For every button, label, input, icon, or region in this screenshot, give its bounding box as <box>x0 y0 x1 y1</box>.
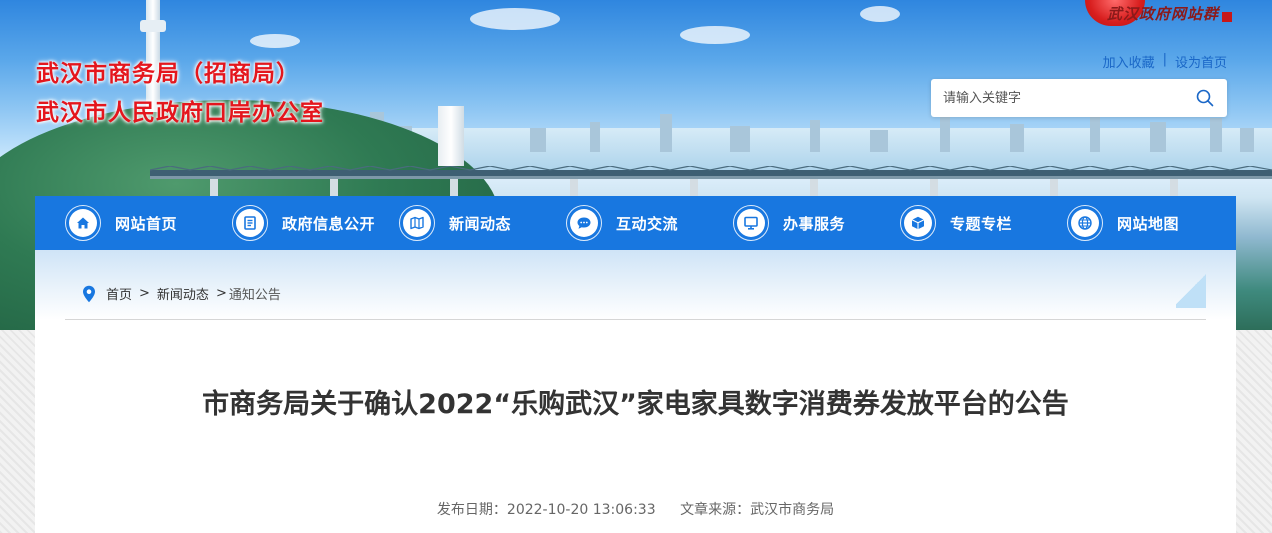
content-panel: 首页 > 新闻动态 > 通知公告 市商务局关于确认2022“乐购武汉”家电家具数… <box>35 250 1236 533</box>
quick-links: 加入收藏 | 设为首页 <box>1103 52 1227 71</box>
nav-icon-ring <box>733 205 769 241</box>
cloud-decoration <box>250 34 300 48</box>
breadcrumb: 首页 > 新闻动态 > 通知公告 <box>82 284 281 303</box>
nav-icon-ring <box>900 205 936 241</box>
nav-item-home[interactable]: 网站首页 <box>65 196 232 250</box>
gov-logo-text: 武汉政府网站群 <box>1106 4 1219 23</box>
breadcrumb-news-link[interactable]: 新闻动态 <box>157 284 209 303</box>
nav-icon-ring <box>232 205 268 241</box>
nav-label: 专题专栏 <box>950 214 1013 233</box>
nav-item-news[interactable]: 新闻动态 <box>399 196 566 250</box>
nav-label: 办事服务 <box>783 214 846 233</box>
box-icon <box>911 216 925 230</box>
breadcrumb-notice-link[interactable]: 通知公告 <box>229 284 281 303</box>
nav-icon-ring <box>566 205 602 241</box>
nav-label: 网站地图 <box>1117 214 1180 233</box>
side-pattern-left <box>0 330 36 533</box>
globe-icon <box>1078 216 1092 230</box>
publish-date: 发布日期：2022-10-20 13:06:33 <box>437 502 656 518</box>
location-pin-icon <box>82 285 96 303</box>
site-title-port-office: 武汉市人民政府口岸办公室 <box>36 99 324 126</box>
article-title: 市商务局关于确认2022“乐购武汉”家电家具数字消费券发放平台的公告 <box>202 389 1069 420</box>
nav-label: 网站首页 <box>115 214 178 233</box>
breadcrumb-home-link[interactable]: 首页 <box>106 284 132 303</box>
main-nav: 网站首页 政府信息公开 新闻动态 互动交流 办事服务 专题专栏 网站地图 <box>35 196 1236 250</box>
nav-icon-ring <box>65 205 101 241</box>
set-homepage-link[interactable]: 设为首页 <box>1175 52 1227 71</box>
search-icon <box>1196 89 1214 107</box>
search-button[interactable] <box>1183 79 1227 117</box>
cloud-decoration <box>860 6 900 22</box>
breadcrumb-separator: > <box>139 286 150 301</box>
tv-tower-head <box>140 20 166 32</box>
corner-decoration <box>1176 270 1206 308</box>
nav-label: 新闻动态 <box>449 214 512 233</box>
cloud-decoration <box>470 8 560 30</box>
publish-date-value: 2022-10-20 13:06:33 <box>506 502 656 518</box>
home-icon <box>77 217 89 229</box>
chat-icon <box>577 217 591 229</box>
nav-label: 互动交流 <box>616 214 679 233</box>
tall-building <box>438 106 464 166</box>
search-input[interactable] <box>931 79 1183 117</box>
breadcrumb-separator: > <box>215 286 227 301</box>
nav-item-gov-info[interactable]: 政府信息公开 <box>232 196 399 250</box>
side-pattern-right <box>1236 330 1272 533</box>
nav-icon-ring <box>1067 205 1103 241</box>
article-source: 文章来源：武汉市商务局 <box>680 502 834 518</box>
nav-item-topics[interactable]: 专题专栏 <box>900 196 1067 250</box>
map-icon <box>410 216 424 230</box>
breadcrumb-divider <box>65 319 1206 320</box>
search-box <box>931 79 1227 117</box>
monitor-icon <box>744 216 758 230</box>
gov-site-group-logo[interactable]: 武汉政府网站群 <box>1084 0 1232 26</box>
site-title-commerce-bureau: 武汉市商务局（招商局） <box>36 60 300 87</box>
add-favorite-link[interactable]: 加入收藏 <box>1103 52 1155 71</box>
nav-item-sitemap[interactable]: 网站地图 <box>1067 196 1234 250</box>
link-separator: | <box>1162 52 1167 67</box>
source-label: 文章来源： <box>680 502 751 518</box>
cloud-decoration <box>680 26 750 44</box>
nav-label: 政府信息公开 <box>282 214 376 233</box>
nav-item-interaction[interactable]: 互动交流 <box>566 196 733 250</box>
nav-icon-ring <box>399 205 435 241</box>
article-meta: 发布日期：2022-10-20 13:06:33 文章来源：武汉市商务局 <box>35 499 1236 519</box>
bridge-scenery <box>150 166 1272 196</box>
seal-icon <box>1222 12 1232 22</box>
publish-date-label: 发布日期： <box>436 502 507 518</box>
source-value: 武汉市商务局 <box>750 502 835 518</box>
document-icon <box>244 216 256 230</box>
nav-item-services[interactable]: 办事服务 <box>733 196 900 250</box>
